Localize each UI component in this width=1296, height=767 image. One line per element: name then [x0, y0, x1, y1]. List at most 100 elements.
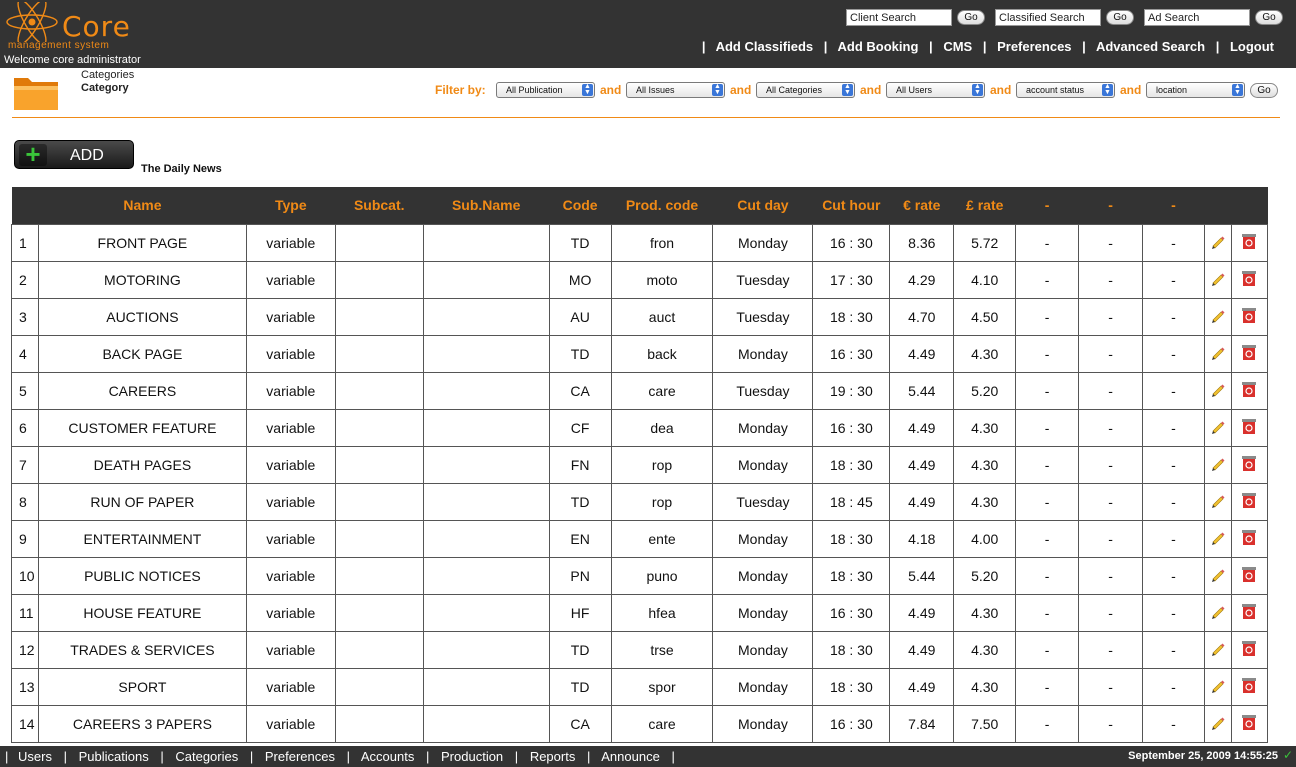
- sub-name-cell: [422, 445, 550, 484]
- extra-col-3-cell: -: [1142, 334, 1205, 373]
- classified-search-go-button[interactable]: Go: [1106, 10, 1134, 25]
- trash-icon[interactable]: [1241, 491, 1257, 509]
- logo-word: Core: [62, 10, 131, 43]
- publication-name: The Daily News: [141, 163, 222, 175]
- location-select[interactable]: location ▲ ▼: [1146, 82, 1245, 98]
- footer-nav-reports[interactable]: Reports: [530, 749, 576, 764]
- row-number-cell: 2: [11, 260, 39, 299]
- prod-code-cell: hfea: [610, 593, 714, 632]
- pencil-icon[interactable]: [1210, 492, 1226, 508]
- footer-nav-publications[interactable]: Publications: [79, 749, 149, 764]
- extra-col-3-cell: -: [1142, 519, 1205, 558]
- pencil-icon[interactable]: [1210, 418, 1226, 434]
- column-header: Code: [549, 187, 612, 224]
- nav-logout[interactable]: Logout: [1230, 39, 1274, 54]
- ad-search-go-button[interactable]: Go: [1255, 10, 1283, 25]
- trash-icon[interactable]: [1241, 306, 1257, 324]
- cut-day-cell: Monday: [712, 408, 814, 447]
- issues-select[interactable]: All Issues ▲ ▼: [626, 82, 725, 98]
- trash-icon[interactable]: [1241, 343, 1257, 361]
- trash-icon[interactable]: [1241, 232, 1257, 250]
- trash-icon[interactable]: [1241, 269, 1257, 287]
- ad-search-input[interactable]: [1144, 9, 1250, 26]
- subcategory-cell: [334, 593, 424, 632]
- prod-code-cell: care: [610, 371, 714, 410]
- category-name-cell: DEATH PAGES: [37, 445, 247, 484]
- row-number-cell: 6: [11, 408, 39, 447]
- footer-nav-production[interactable]: Production: [441, 749, 503, 764]
- subcategory-cell: [334, 630, 424, 669]
- cut-day-cell: Monday: [712, 593, 814, 632]
- trash-icon[interactable]: [1241, 417, 1257, 435]
- users-select[interactable]: All Users ▲ ▼: [886, 82, 985, 98]
- footer-nav-preferences[interactable]: Preferences: [265, 749, 335, 764]
- nav-advanced-search[interactable]: Advanced Search: [1096, 39, 1205, 54]
- prod-code-cell: moto: [610, 260, 714, 299]
- nav-preferences[interactable]: Preferences: [997, 39, 1071, 54]
- filter-go-button[interactable]: Go: [1250, 83, 1278, 98]
- trash-icon[interactable]: [1241, 528, 1257, 546]
- pound-rate-cell: 4.30: [953, 408, 1017, 447]
- extra-col-1-cell: -: [1015, 297, 1080, 336]
- pound-rate-cell: 4.00: [953, 519, 1017, 558]
- prod-code-cell: trse: [610, 630, 714, 669]
- pencil-icon[interactable]: [1210, 381, 1226, 397]
- pencil-icon[interactable]: [1210, 270, 1226, 286]
- sub-name-cell: [422, 556, 550, 595]
- pencil-icon[interactable]: [1210, 714, 1226, 730]
- client-search-go-button[interactable]: Go: [957, 10, 985, 25]
- column-header: -: [1015, 187, 1079, 224]
- extra-col-1-cell: -: [1015, 519, 1080, 558]
- cut-day-cell: Tuesday: [712, 297, 814, 336]
- publication-select[interactable]: All Publication ▲ ▼: [496, 82, 595, 98]
- select-arrows-icon: ▲ ▼: [712, 83, 723, 96]
- pencil-icon[interactable]: [1210, 566, 1226, 582]
- pound-rate-cell: 4.30: [953, 445, 1017, 484]
- trash-icon[interactable]: [1241, 602, 1257, 620]
- type-cell: variable: [245, 260, 336, 299]
- account-status-select[interactable]: account status ▲ ▼: [1016, 82, 1115, 98]
- trash-icon[interactable]: [1241, 676, 1257, 694]
- filter-label: Filter by:: [435, 83, 486, 97]
- edit-cell: [1203, 260, 1232, 299]
- select-arrows-icon: ▲ ▼: [1102, 83, 1113, 96]
- footer-nav-users[interactable]: Users: [18, 749, 52, 764]
- pencil-icon[interactable]: [1210, 344, 1226, 360]
- pencil-icon[interactable]: [1210, 640, 1226, 656]
- table-row: 2 MOTORING variable MO moto Tuesday 17 : 30 4.2…: [11, 260, 1269, 299]
- nav-cms[interactable]: CMS: [943, 39, 972, 54]
- type-cell: variable: [245, 371, 336, 410]
- category-name-cell: AUCTIONS: [37, 297, 247, 336]
- trash-icon[interactable]: [1241, 454, 1257, 472]
- footer-nav-accounts[interactable]: Accounts: [361, 749, 414, 764]
- trash-icon[interactable]: [1241, 380, 1257, 398]
- sub-name-cell: [422, 297, 550, 336]
- trash-icon[interactable]: [1241, 713, 1257, 731]
- trash-icon[interactable]: [1241, 565, 1257, 583]
- trash-icon[interactable]: [1241, 639, 1257, 657]
- column-header: [11, 187, 39, 224]
- pencil-icon[interactable]: [1210, 603, 1226, 619]
- footer-nav-categories[interactable]: Categories: [175, 749, 238, 764]
- nav-separator: |: [982, 39, 987, 54]
- client-search-input[interactable]: [846, 9, 952, 26]
- pencil-icon[interactable]: [1210, 529, 1226, 545]
- pencil-icon[interactable]: [1210, 677, 1226, 693]
- add-category-button[interactable]: + ADD: [14, 140, 134, 169]
- edit-cell: [1203, 593, 1232, 632]
- nav-add-booking[interactable]: Add Booking: [838, 39, 919, 54]
- categories-select[interactable]: All Categories ▲ ▼: [756, 82, 855, 98]
- category-name-cell: MOTORING: [37, 260, 247, 299]
- extra-col-1-cell: -: [1015, 556, 1080, 595]
- footer-nav-announce[interactable]: Announce: [601, 749, 660, 764]
- pencil-icon[interactable]: [1210, 233, 1226, 249]
- and-label: and: [730, 83, 752, 97]
- nav-add-classifieds[interactable]: Add Classifieds: [716, 39, 814, 54]
- sub-name-cell: [422, 371, 550, 410]
- pencil-icon[interactable]: [1210, 455, 1226, 471]
- classified-search-input[interactable]: [995, 9, 1101, 26]
- extra-col-3-cell: -: [1142, 260, 1205, 299]
- pencil-icon[interactable]: [1210, 307, 1226, 323]
- cut-hour-cell: 18 : 30: [812, 297, 891, 336]
- extra-col-3-cell: -: [1142, 408, 1205, 447]
